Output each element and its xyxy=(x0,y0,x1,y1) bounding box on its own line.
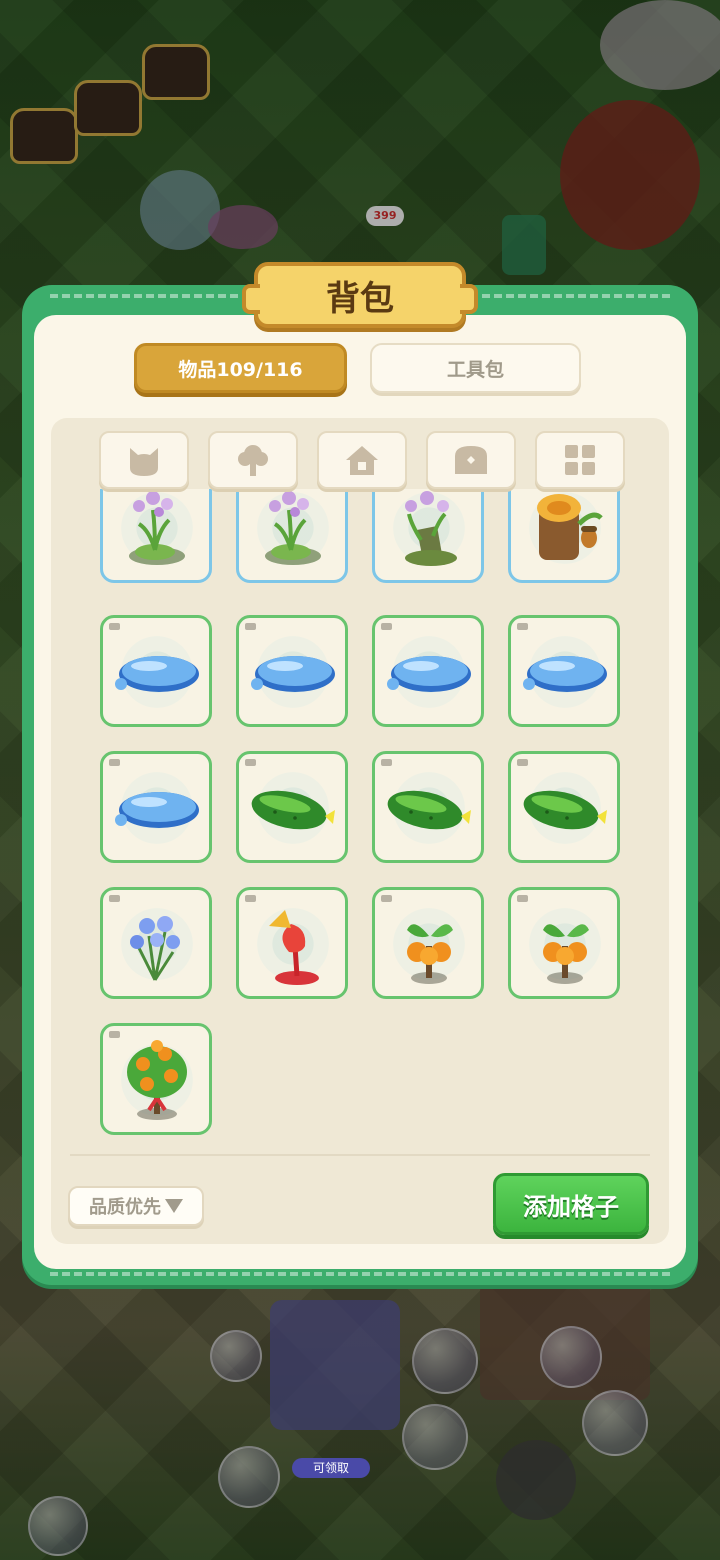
inventory-slot[interactable] xyxy=(100,887,212,999)
red-flower-icon xyxy=(269,910,319,985)
bubble-decoration xyxy=(218,1446,280,1508)
filter-plants-button[interactable] xyxy=(208,431,298,489)
inventory-slot[interactable] xyxy=(100,489,212,583)
inventory-slot[interactable] xyxy=(372,489,484,583)
bag-decoration xyxy=(74,80,142,136)
category-filter-bar xyxy=(99,431,625,489)
dropdown-triangle-icon xyxy=(165,1199,183,1213)
cucumber-icon xyxy=(251,790,335,830)
bubble-decoration xyxy=(540,1326,602,1388)
tree-icon xyxy=(238,445,268,476)
orange-sapling-icon xyxy=(543,924,589,984)
inventory-slot[interactable] xyxy=(100,1023,212,1135)
panel-title: 背包 xyxy=(326,278,394,319)
shop-decoration xyxy=(480,1280,650,1400)
inventory-slot[interactable] xyxy=(236,615,348,727)
add-slot-button[interactable]: 添加格子 xyxy=(493,1173,649,1235)
grid-icon xyxy=(565,445,595,475)
panel-bottom-dash xyxy=(50,1272,670,1276)
tab-toolkit[interactable]: 工具包 xyxy=(370,343,581,393)
bag-decoration xyxy=(10,108,78,164)
inventory-slot[interactable] xyxy=(508,887,620,999)
cucumber-icon xyxy=(523,790,607,830)
bubble-decoration xyxy=(412,1328,478,1394)
orange-tree-icon xyxy=(127,1040,187,1120)
cucumber-icon xyxy=(387,790,471,830)
inventory-slot[interactable] xyxy=(100,751,212,863)
house-icon xyxy=(346,446,378,475)
price-tag: 399 xyxy=(366,206,404,226)
filter-all-button[interactable] xyxy=(535,431,625,489)
orchid-on-rock-icon xyxy=(265,491,321,565)
water-puddle-icon xyxy=(251,656,335,692)
bubble-decoration xyxy=(210,1330,262,1382)
flower-bush-decoration xyxy=(600,0,720,90)
chair-decoration xyxy=(502,215,546,275)
red-pagoda-decoration xyxy=(560,100,700,250)
filter-buildings-button[interactable] xyxy=(317,431,407,489)
film-camera-decoration xyxy=(496,1440,576,1520)
orchid-on-rock-icon xyxy=(129,491,185,565)
fountain-decoration xyxy=(140,170,220,250)
blue-flowers-icon xyxy=(130,916,180,981)
bag-decoration xyxy=(142,44,210,100)
water-puddle-icon xyxy=(115,792,199,828)
bubble-decoration xyxy=(582,1390,648,1456)
inventory-slot[interactable] xyxy=(508,489,620,583)
inventory-slot[interactable] xyxy=(372,751,484,863)
sort-label: 品质优先 xyxy=(89,1197,161,1218)
flower-bed-decoration xyxy=(208,205,278,249)
filter-animals-button[interactable] xyxy=(99,431,189,489)
water-puddle-icon xyxy=(523,656,607,692)
orange-sapling-icon xyxy=(407,924,453,984)
inventory-slot[interactable] xyxy=(508,615,620,727)
inventory-slot[interactable] xyxy=(372,615,484,727)
inventory-slot[interactable] xyxy=(100,615,212,727)
inventory-slot[interactable] xyxy=(372,887,484,999)
water-puddle-icon xyxy=(115,656,199,692)
cat-icon xyxy=(130,448,158,476)
chest-icon xyxy=(455,446,487,474)
orchid-on-stump-icon xyxy=(405,491,457,566)
inventory-slot[interactable] xyxy=(508,751,620,863)
water-puddle-icon xyxy=(387,656,471,692)
claim-tag[interactable]: 可领取 xyxy=(292,1458,370,1478)
footer-divider xyxy=(70,1154,650,1156)
inventory-slot[interactable] xyxy=(236,489,348,583)
inventory-slots xyxy=(51,489,669,1149)
tree-stump-acorn-icon xyxy=(537,494,603,560)
bubble-decoration xyxy=(28,1496,88,1556)
filter-treasure-button[interactable] xyxy=(426,431,516,489)
bubble-decoration xyxy=(402,1404,468,1470)
market-stall-decoration xyxy=(270,1300,400,1430)
inventory-slot[interactable] xyxy=(236,751,348,863)
inventory-slot[interactable] xyxy=(236,887,348,999)
sort-quality-dropdown[interactable]: 品质优先 xyxy=(68,1186,204,1226)
panel-title-banner: 背包 xyxy=(242,262,478,328)
tab-items[interactable]: 物品109/116 xyxy=(134,343,347,393)
